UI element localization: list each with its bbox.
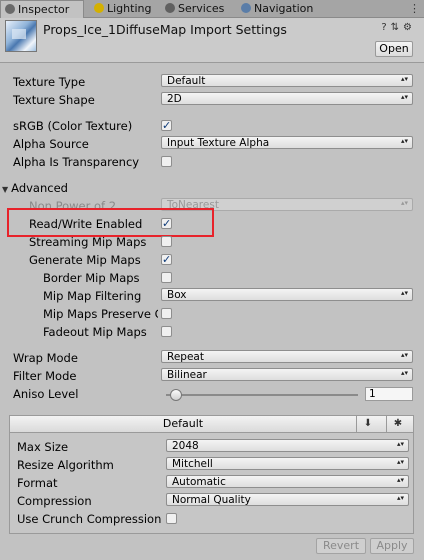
open-button[interactable]: Open bbox=[375, 41, 413, 57]
texture-shape-dropdown[interactable]: 2D ▴▾ bbox=[161, 92, 413, 105]
dropdown-arrow-icon: ▴▾ bbox=[396, 494, 404, 502]
texture-type-dropdown[interactable]: Default ▴▾ bbox=[161, 74, 413, 87]
header-icons: ?⇅⚙ bbox=[381, 22, 416, 33]
mip-preserve-row: Mip Maps Preserve C bbox=[0, 305, 424, 323]
alpha-transparency-checkbox[interactable] bbox=[161, 156, 172, 167]
dropdown-arrow-icon: ▴▾ bbox=[400, 75, 408, 83]
fadeout-mip-checkbox[interactable] bbox=[161, 326, 172, 337]
page-title: Props_Ice_1DiffuseMap Import Settings bbox=[43, 22, 287, 37]
aniso-slider-track[interactable] bbox=[166, 394, 358, 396]
max-size-row: Max Size 2048 ▴▾ bbox=[0, 438, 424, 456]
resize-algorithm-dropdown[interactable]: Mitchell ▴▾ bbox=[166, 457, 409, 470]
preset-icon[interactable]: ⇅ bbox=[391, 22, 403, 33]
max-size-dropdown[interactable]: 2048 ▴▾ bbox=[166, 439, 409, 452]
crunch-checkbox[interactable] bbox=[166, 513, 177, 524]
srgb-checkbox[interactable]: ✓ bbox=[161, 120, 172, 131]
format-dropdown[interactable]: Automatic ▴▾ bbox=[166, 475, 409, 488]
mip-filtering-row: Mip Map Filtering Box ▴▾ bbox=[0, 287, 424, 305]
mip-preserve-checkbox[interactable] bbox=[161, 308, 172, 319]
dropdown-arrow-icon: ▴▾ bbox=[396, 476, 404, 484]
dropdown-arrow-icon: ▴▾ bbox=[396, 440, 404, 448]
apply-button[interactable]: Apply bbox=[370, 538, 414, 554]
lighting-icon bbox=[94, 3, 104, 13]
help-icon[interactable]: ? bbox=[381, 22, 390, 33]
streaming-mip-row: Streaming Mip Maps bbox=[0, 233, 424, 251]
srgb-row: sRGB (Color Texture) ✓ bbox=[13, 119, 172, 133]
border-mip-checkbox[interactable] bbox=[161, 272, 172, 283]
tab-inspector[interactable]: Inspector bbox=[0, 0, 84, 19]
tab-menu-icon[interactable]: ⋮ bbox=[409, 2, 420, 15]
android-platform-icon[interactable]: ✱ bbox=[386, 416, 409, 432]
dropdown-arrow-icon: ▴▾ bbox=[400, 199, 408, 207]
format-row: Format Automatic ▴▾ bbox=[0, 474, 424, 492]
fadeout-mip-row: Fadeout Mip Maps bbox=[0, 323, 424, 341]
texture-thumbnail bbox=[5, 20, 37, 52]
revert-button[interactable]: Revert bbox=[316, 538, 366, 554]
compression-row: Compression Normal Quality ▴▾ bbox=[0, 492, 424, 510]
filter-mode-row: Filter Mode Bilinear ▴▾ bbox=[0, 367, 424, 385]
aniso-level-field[interactable]: 1 bbox=[365, 387, 413, 401]
texture-type-row: Texture Type Default ▴▾ bbox=[0, 73, 424, 91]
advanced-foldout[interactable]: ▼ Advanced bbox=[0, 179, 424, 197]
dropdown-arrow-icon: ▴▾ bbox=[396, 458, 404, 466]
alpha-source-row: Alpha Source Input Texture Alpha ▴▾ bbox=[0, 135, 424, 153]
tab-services[interactable]: Services bbox=[161, 0, 231, 17]
dropdown-arrow-icon: ▴▾ bbox=[400, 369, 408, 377]
tab-default-platform[interactable]: Default bbox=[9, 415, 357, 433]
generate-mip-row: Generate Mip Maps ✓ bbox=[29, 253, 172, 267]
inspector-icon bbox=[5, 4, 15, 14]
filter-mode-dropdown[interactable]: Bilinear ▴▾ bbox=[161, 368, 413, 381]
mip-filtering-dropdown[interactable]: Box ▴▾ bbox=[161, 288, 413, 301]
border-mip-row: Border Mip Maps bbox=[0, 269, 424, 287]
wrap-mode-dropdown[interactable]: Repeat ▴▾ bbox=[161, 350, 413, 363]
dropdown-arrow-icon: ▴▾ bbox=[400, 137, 408, 145]
dropdown-arrow-icon: ▴▾ bbox=[400, 351, 408, 359]
tab-navigation[interactable]: Navigation bbox=[237, 0, 327, 17]
wrap-mode-row: Wrap Mode Repeat ▴▾ bbox=[0, 349, 424, 367]
generate-mip-checkbox[interactable]: ✓ bbox=[161, 254, 172, 265]
texture-shape-row: Texture Shape 2D ▴▾ bbox=[0, 91, 424, 109]
compression-dropdown[interactable]: Normal Quality ▴▾ bbox=[166, 493, 409, 506]
dropdown-arrow-icon: ▴▾ bbox=[400, 289, 408, 297]
alpha-transparency-row: Alpha Is Transparency bbox=[0, 153, 424, 171]
gear-icon[interactable]: ⚙ bbox=[403, 22, 416, 33]
alpha-source-dropdown[interactable]: Input Texture Alpha ▴▾ bbox=[161, 136, 413, 149]
resize-algorithm-row: Resize Algorithm Mitchell ▴▾ bbox=[0, 456, 424, 474]
services-icon bbox=[165, 3, 175, 13]
aniso-slider-handle[interactable] bbox=[170, 389, 182, 401]
streaming-mip-checkbox[interactable] bbox=[161, 236, 172, 247]
dropdown-arrow-icon: ▴▾ bbox=[400, 93, 408, 101]
navigation-icon bbox=[241, 3, 251, 13]
crunch-row: Use Crunch Compression bbox=[0, 510, 424, 528]
tab-lighting[interactable]: Lighting bbox=[90, 0, 160, 17]
download-platform-icon[interactable]: ⬇ bbox=[356, 416, 379, 432]
